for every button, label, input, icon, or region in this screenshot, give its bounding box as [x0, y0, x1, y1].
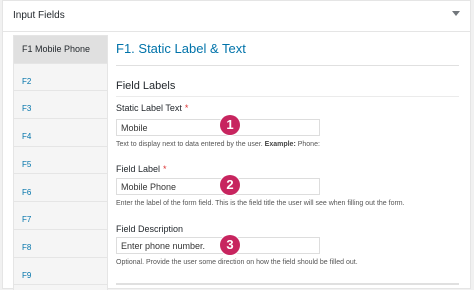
tab-f1[interactable]: F1 Mobile Phone	[14, 36, 107, 64]
tab-f4[interactable]: F4	[14, 119, 107, 147]
section-heading: Field Labels	[116, 80, 176, 92]
tab-f2[interactable]: F2	[14, 64, 107, 92]
tab-f3[interactable]: F3	[14, 91, 107, 120]
tab-f5[interactable]: F5	[14, 147, 107, 175]
tab-f9[interactable]: F9	[14, 258, 107, 286]
bottom-divider	[116, 283, 459, 285]
field-label-label: Field Label *	[116, 164, 167, 174]
field-description-input[interactable]: Enter phone number.	[116, 237, 320, 254]
field-label-description: Enter the label of the form field. This …	[116, 200, 405, 207]
static-label-text-label: Static Label Text *	[116, 103, 189, 113]
field-title: F1. Static Label & Text	[116, 41, 246, 56]
static-label-text-input[interactable]: Mobile	[116, 119, 320, 136]
section-divider	[116, 96, 459, 97]
panel-title: Input Fields	[13, 10, 65, 21]
tab-f6[interactable]: F6	[14, 175, 107, 203]
tab-f7[interactable]: F7	[14, 202, 107, 230]
input-fields-panel: Input Fields F1 Mobile Phone F2 F3 F4 F5…	[2, 0, 471, 290]
field-label-input[interactable]: Mobile Phone	[116, 178, 320, 195]
static-label-text-description: Text to display next to data entered by …	[116, 141, 320, 148]
title-divider	[116, 65, 459, 66]
tab-f8[interactable]: F8	[14, 230, 107, 258]
collapse-toggle-icon[interactable]	[452, 11, 460, 16]
field-description-label: Field Description	[116, 224, 184, 234]
panel-header[interactable]: Input Fields	[3, 1, 470, 32]
field-tabs: F1 Mobile Phone F2 F3 F4 F5 F6 F7 F8 F9	[13, 35, 108, 290]
required-marker: *	[184, 103, 189, 113]
callout-badge-2: 2	[220, 175, 240, 195]
callout-badge-3: 3	[220, 235, 240, 255]
required-marker: *	[163, 164, 167, 174]
callout-badge-1: 1	[220, 115, 240, 135]
field-description-description: Optional. Provide the user some directio…	[116, 259, 358, 266]
